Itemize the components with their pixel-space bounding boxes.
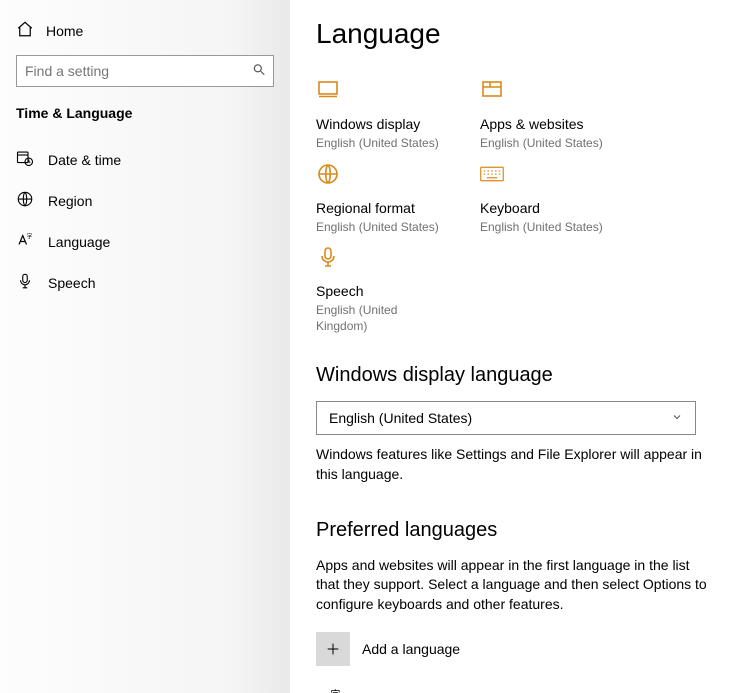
svg-text:字: 字 (27, 233, 33, 241)
section-title: Time & Language (0, 105, 290, 139)
home-link[interactable]: Home (0, 14, 290, 55)
tile-title: Speech (316, 283, 446, 299)
tile-speech[interactable]: Speech English (United Kingdom) (316, 245, 446, 334)
tile-sub: English (United States) (480, 220, 610, 236)
globe-region-icon (316, 162, 446, 190)
preferred-languages-desc: Apps and websites will appear in the fir… (316, 556, 716, 615)
chevron-down-icon (671, 410, 683, 426)
tile-title: Windows display (316, 116, 446, 132)
sidebar: Home Time & Language Date & time Region … (0, 0, 290, 693)
window-icon (480, 78, 610, 106)
home-label: Home (46, 23, 83, 39)
microphone-icon (316, 245, 446, 273)
tile-title: Apps & websites (480, 116, 610, 132)
tile-sub: English (United States) (480, 136, 610, 152)
microphone-icon (16, 272, 34, 293)
monitor-icon (316, 78, 446, 106)
tile-apps-websites[interactable]: Apps & websites English (United States) (480, 78, 610, 152)
sidebar-item-label: Speech (48, 275, 95, 291)
tile-keyboard[interactable]: Keyboard English (United States) (480, 162, 610, 236)
sidebar-item-language[interactable]: 字 Language (0, 221, 290, 262)
sidebar-item-region[interactable]: Region (0, 180, 290, 221)
home-icon (16, 20, 34, 41)
tile-sub: English (United States) (316, 136, 446, 152)
language-item-en-us[interactable]: A字 English (United States) A字 (316, 682, 730, 693)
sidebar-item-label: Language (48, 234, 110, 250)
plus-icon (316, 632, 350, 666)
language-icon: 字 (16, 231, 34, 252)
add-language-label: Add a language (362, 641, 460, 657)
tile-title: Keyboard (480, 200, 610, 216)
calendar-clock-icon (16, 149, 34, 170)
tile-regional-format[interactable]: Regional format English (United States) (316, 162, 446, 236)
language-tiles: Windows display English (United States) … (316, 78, 730, 334)
tile-sub: English (United Kingdom) (316, 303, 446, 334)
sidebar-item-label: Date & time (48, 152, 121, 168)
search-input[interactable] (16, 55, 274, 87)
display-language-dropdown[interactable]: English (United States) (316, 401, 696, 435)
sidebar-item-speech[interactable]: Speech (0, 262, 290, 303)
page-title: Language (316, 18, 730, 50)
search-field[interactable] (16, 55, 274, 87)
dropdown-value: English (United States) (329, 410, 472, 426)
tile-windows-display[interactable]: Windows display English (United States) (316, 78, 446, 152)
keyboard-icon (480, 162, 610, 190)
main-content: Language Windows display English (United… (290, 0, 750, 693)
add-language-button[interactable]: Add a language (316, 632, 730, 666)
tile-title: Regional format (316, 200, 446, 216)
sidebar-item-label: Region (48, 193, 92, 209)
preferred-languages-heading: Preferred languages (316, 519, 730, 542)
display-language-heading: Windows display language (316, 364, 730, 387)
display-language-desc: Windows features like Settings and File … (316, 445, 716, 484)
sidebar-item-date-time[interactable]: Date & time (0, 139, 290, 180)
tile-sub: English (United States) (316, 220, 446, 236)
globe-icon (16, 190, 34, 211)
